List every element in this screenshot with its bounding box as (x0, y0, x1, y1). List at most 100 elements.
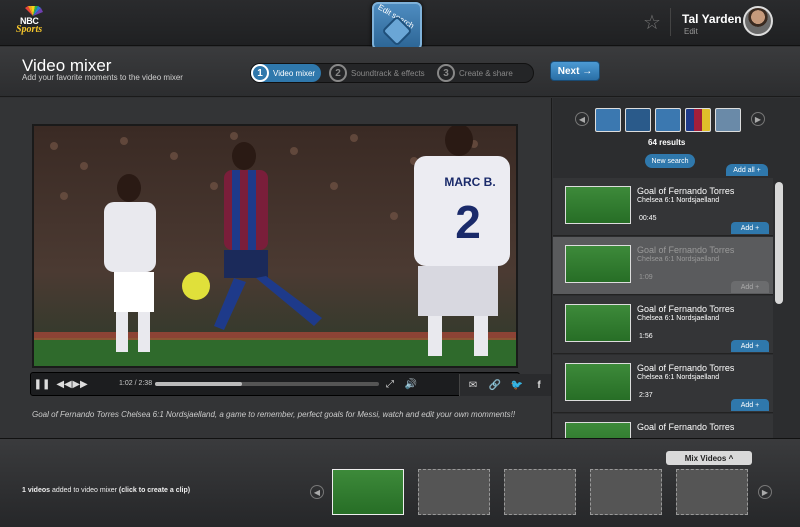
add-clip-button[interactable]: Add + (731, 281, 769, 293)
jersey-number: 2 (455, 196, 481, 248)
clip-thumbnail (565, 363, 631, 401)
results-scrollbar[interactable] (775, 182, 783, 304)
progress-fill (155, 382, 243, 386)
clip-duration: 1:56 (639, 333, 653, 340)
add-all-button[interactable]: Add all + (726, 164, 768, 176)
filter-thumb[interactable] (595, 108, 621, 132)
add-all-label: Add all (733, 166, 755, 174)
forward-icon[interactable]: ▶▶ (72, 377, 87, 391)
tray-prev-icon[interactable]: ◀ (310, 485, 324, 499)
user-name: Tal Yarden (682, 12, 742, 26)
add-clip-button[interactable]: Add + (731, 222, 769, 234)
clip-duration: 00:45 (639, 215, 657, 222)
page-header: Video mixer Add your favorite moments to… (0, 47, 800, 97)
volume-icon[interactable]: 🔊 (403, 377, 419, 391)
step-label: Soundtrack & effects (351, 68, 425, 78)
top-bar: NBC Sports Edit search ☆ Tal Yarden Edit (0, 0, 800, 50)
player-area: MARC B. 2 ❚❚ ◀◀ ▶▶ 1:02 / 2:38 ⤢ 🔊 ✉ 🔗 🐦… (0, 98, 552, 438)
clip-title: Goal of Fernando Torres (637, 304, 735, 314)
step-number: 1 (251, 64, 269, 82)
clip-duration: 2:37 (639, 392, 653, 399)
facebook-icon[interactable]: f (530, 378, 548, 392)
clip-title: Goal of Fernando Torres (637, 186, 735, 196)
next-button[interactable]: Next → (550, 61, 600, 81)
step-video-mixer[interactable]: 1 Video mixer (251, 64, 322, 82)
mix-videos-button[interactable]: Mix Videos ^ (666, 451, 752, 465)
clip-title: Goal of Fernando Torres (637, 363, 735, 373)
peacock-icon (25, 6, 43, 16)
add-clip-button[interactable]: Add + (731, 340, 769, 352)
added-hint: (click to create a clip) (118, 487, 191, 494)
fullscreen-icon[interactable]: ⤢ (383, 377, 397, 391)
pause-icon[interactable]: ❚❚ (34, 377, 51, 391)
add-label: Add (740, 283, 754, 291)
user-edit-link[interactable]: Edit (684, 27, 698, 36)
step-number: 3 (437, 64, 455, 82)
step-create-share[interactable]: 3 Create & share (437, 64, 513, 82)
mixer-slot[interactable] (504, 469, 576, 515)
results-panel: ◀ ▶ 64 results New search Add all + Goal… (553, 98, 800, 438)
clip-thumbnail (565, 186, 631, 224)
filter-thumb-selected[interactable] (685, 108, 711, 132)
clip-subtitle: Chelsea 6:1 Nordsjaelland (637, 197, 720, 204)
jersey-name: MARC B. (444, 175, 495, 189)
filter-thumb[interactable] (715, 108, 741, 132)
thumbs-next-icon[interactable]: ▶ (751, 112, 765, 126)
step-label: Video mixer (273, 68, 316, 78)
added-status: 1 videos added to video mixer (click to … (22, 487, 190, 494)
list-item[interactable]: Goal of Fernando Torres Chelsea 6:1 Nord… (553, 355, 773, 413)
step-number: 2 (329, 64, 347, 82)
added-text: added to video mixer (50, 487, 119, 494)
progress-bar[interactable] (155, 382, 379, 386)
video-caption: Goal of Fernando Torres Chelsea 6:1 Nord… (32, 410, 516, 419)
video-frame: MARC B. 2 (34, 126, 516, 366)
tray-next-icon[interactable]: ▶ (758, 485, 772, 499)
results-list: Goal of Fernando Torres Chelsea 6:1 Nord… (553, 178, 773, 438)
clip-subtitle: Chelsea 6:1 Nordsjaelland (637, 315, 720, 322)
app-root: NBC Sports Edit search ☆ Tal Yarden Edit… (0, 0, 800, 527)
step-label: Create & share (459, 68, 513, 78)
clip-subtitle: Chelsea 6:1 Nordsjaelland (637, 256, 720, 263)
added-count: 1 videos (22, 487, 51, 494)
video-player[interactable]: MARC B. 2 (32, 124, 518, 368)
step-progress: 1 Video mixer 2 Soundtrack & effects 3 C… (250, 63, 534, 83)
clip-subtitle: Chelsea 6:1 Nordsjaelland (637, 374, 720, 381)
clip-duration: 1:09 (639, 274, 653, 281)
thumbs-prev-icon[interactable]: ◀ (575, 112, 589, 126)
mixer-slot[interactable] (418, 469, 490, 515)
clip-title: Goal of Fernando Torres (637, 422, 735, 432)
clip-thumbnail (565, 304, 631, 342)
brand-sports: Sports (16, 24, 43, 35)
list-item[interactable]: Goal of Fernando Torres Chelsea 6:1 Nord… (553, 178, 773, 236)
avatar[interactable] (743, 6, 773, 36)
star-icon[interactable]: ☆ (643, 10, 661, 35)
add-clip-button[interactable]: Add + (731, 399, 769, 411)
step-soundtrack[interactable]: 2 Soundtrack & effects (329, 64, 425, 82)
add-label: Add (740, 342, 754, 350)
mixer-slot-filled[interactable] (332, 469, 404, 515)
edit-search-button[interactable]: Edit search (372, 2, 422, 50)
filter-thumb[interactable] (625, 108, 651, 132)
new-search-button[interactable]: New search (645, 154, 695, 168)
rewind-icon[interactable]: ◀◀ (56, 377, 71, 391)
clip-title: Goal of Fernando Torres (637, 245, 735, 255)
page-subtitle: Add your favorite moments to the video m… (22, 73, 183, 82)
divider (670, 8, 671, 36)
mixer-slot[interactable] (590, 469, 662, 515)
mixer-slot[interactable] (676, 469, 748, 515)
email-icon[interactable]: ✉ (464, 378, 482, 392)
list-item[interactable]: Goal of Fernando Torres Chelsea 6:1 Nord… (553, 296, 773, 354)
player-controls: ❚❚ ◀◀ ▶▶ 1:02 / 2:38 ⤢ 🔊 ✉ 🔗 🐦 f (30, 372, 551, 396)
list-item[interactable]: Goal of Fernando Torres (553, 414, 773, 438)
nbc-sports-logo[interactable]: NBC Sports (14, 6, 52, 38)
link-icon[interactable]: 🔗 (486, 378, 504, 392)
list-item[interactable]: Goal of Fernando Torres Chelsea 6:1 Nord… (553, 237, 773, 295)
twitter-icon[interactable]: 🐦 (508, 378, 526, 392)
add-label: Add (740, 224, 754, 232)
clip-thumbnail (565, 245, 631, 283)
add-label: Add (740, 401, 754, 409)
filter-thumb[interactable] (655, 108, 681, 132)
share-bar: ✉ 🔗 🐦 f (459, 374, 551, 396)
mixer-tray: Mix Videos ^ 1 videos added to video mix… (0, 438, 800, 527)
results-count: 64 results (648, 138, 686, 147)
